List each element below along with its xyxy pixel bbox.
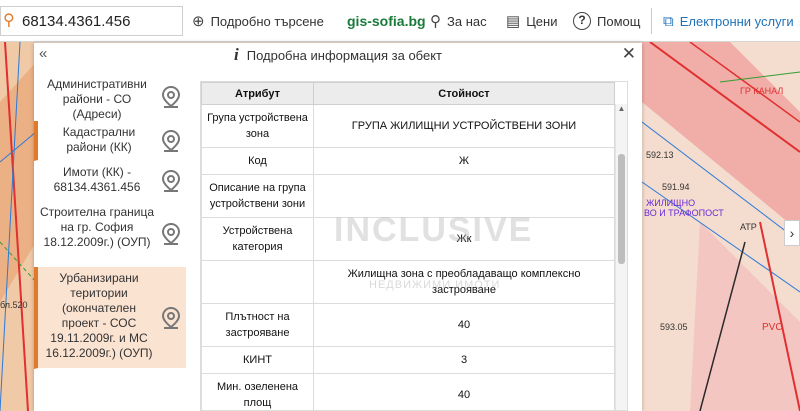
- layer-list: Административни райони - СО (Адреси) Кад…: [34, 73, 186, 369]
- search-icon: ⚲: [3, 12, 15, 29]
- map-label: ВО И ТРАФОПОСТ: [644, 208, 724, 218]
- about-button[interactable]: ⚲ За нас: [430, 0, 487, 42]
- map-label: ЖИЛИЩНО: [646, 198, 696, 208]
- close-icon[interactable]: ✕: [622, 44, 636, 64]
- layer-item-urbanized-territories[interactable]: Урбанизирани територии (окончателен прое…: [34, 267, 186, 369]
- help-label: Помощ: [597, 13, 641, 29]
- panel-title: Подробна информация за обект: [246, 47, 442, 63]
- attribute-cell: Описание на група устройствени зони: [201, 174, 314, 218]
- nav-divider: [651, 8, 652, 34]
- map-label: 593.05: [660, 322, 688, 332]
- map-pin-icon[interactable]: [160, 129, 182, 153]
- prices-label: Цени: [526, 13, 558, 29]
- table-row: КИНТ 3: [201, 346, 615, 374]
- value-cell: 40: [313, 303, 615, 347]
- location-pin-icon: ⚲: [430, 13, 441, 30]
- table-row: Плътност на застрояване 40: [201, 303, 615, 347]
- value-cell: 40: [313, 373, 615, 410]
- layer-item-admin-districts[interactable]: Административни райони - СО (Адреси): [34, 73, 186, 121]
- eservices-link[interactable]: ⧉ Електронни услуги: [663, 0, 794, 42]
- attribute-cell: Плътност на застрояване: [201, 303, 314, 347]
- layer-label: Урбанизирани територии (окончателен прое…: [45, 271, 153, 360]
- attribute-cell: [201, 260, 314, 304]
- map-pin-icon[interactable]: [160, 306, 182, 330]
- table-row: Група устройствена зона ГРУПА ЖИЛИЩНИ УС…: [201, 104, 615, 148]
- eservices-label: Електронни услуги: [679, 13, 794, 29]
- about-label: За нас: [447, 13, 487, 29]
- layer-item-building-boundary[interactable]: Строителна граница на гр. София 18.12.20…: [34, 201, 186, 267]
- map-pin-icon[interactable]: [160, 169, 182, 193]
- map-label: АТР: [740, 222, 757, 232]
- scroll-up-icon[interactable]: ▲: [616, 104, 627, 116]
- map-label: РVС: [762, 322, 783, 333]
- watermark-logo: INCLUSIVE: [334, 211, 534, 249]
- question-icon: ?: [573, 12, 591, 30]
- magnifier-plus-icon: ⊕: [192, 13, 205, 30]
- map-pin-icon[interactable]: [160, 85, 182, 109]
- column-header-attribute: Атрибут: [201, 82, 314, 105]
- expand-right-icon[interactable]: ›: [784, 220, 800, 246]
- table-row: Мин. озеленена площ 40: [201, 373, 615, 410]
- attribute-cell: Мин. озеленена площ: [201, 373, 314, 410]
- layer-label: Кадастрални райони (КК): [62, 125, 136, 154]
- panel-header: « i Подробна информация за обект ✕: [34, 43, 642, 67]
- column-header-value: Стойност: [313, 82, 615, 105]
- attribute-cell: Група устройствена зона: [201, 104, 314, 148]
- info-panel: « i Подробна информация за обект ✕ Админ…: [34, 43, 642, 411]
- external-link-icon: ⧉: [663, 12, 674, 30]
- price-list-icon: ▤: [506, 13, 521, 30]
- attribute-cell: Устройствена категория: [201, 217, 314, 261]
- top-bar: ⚲ ⊕ Подробно търсене gis-sofia.bg ⚲ За н…: [0, 0, 800, 42]
- detailed-search-button[interactable]: ⊕ Подробно търсене: [192, 0, 324, 42]
- help-button[interactable]: ? Помощ: [573, 0, 640, 42]
- map-label: 592.13: [646, 150, 674, 160]
- map-pin-icon[interactable]: [160, 222, 182, 246]
- value-cell: Ж: [313, 147, 615, 175]
- info-icon: i: [233, 45, 239, 64]
- attribute-cell: Код: [201, 147, 314, 175]
- map-label: ГР КАНАЛ: [740, 86, 784, 96]
- map-label: 591.94: [662, 182, 690, 192]
- layer-item-properties[interactable]: Имоти (КК) - 68134.4361.456: [34, 161, 186, 201]
- layer-label: Имоти (КК) - 68134.4361.456: [53, 165, 141, 194]
- search-box[interactable]: ⚲: [0, 6, 183, 36]
- logo-text: gis-sofia.bg: [347, 13, 426, 29]
- attribute-cell: КИНТ: [201, 346, 314, 374]
- scroll-thumb[interactable]: [618, 154, 625, 264]
- table-scrollbar[interactable]: ▲: [615, 104, 627, 410]
- layer-item-cadastral-districts[interactable]: Кадастрални райони (КК): [34, 121, 186, 161]
- layer-label: Административни райони - СО (Адреси): [47, 77, 147, 121]
- detailed-search-label: Подробно търсене: [210, 13, 324, 29]
- map-label: бл.520: [0, 300, 28, 310]
- site-logo[interactable]: gis-sofia.bg: [347, 0, 426, 42]
- layer-label: Строителна граница на гр. София 18.12.20…: [39, 205, 155, 249]
- collapse-panel-icon[interactable]: «: [39, 45, 47, 62]
- watermark-subtitle: НЕДВИЖИМИ ИМОТИ: [369, 279, 501, 291]
- prices-button[interactable]: ▤ Цени: [506, 0, 557, 42]
- table-row: Код Ж: [201, 147, 615, 175]
- value-cell: ГРУПА ЖИЛИЩНИ УСТРОЙСТВЕНИ ЗОНИ: [313, 104, 615, 148]
- value-cell: 3: [313, 346, 615, 374]
- search-input[interactable]: [22, 12, 182, 30]
